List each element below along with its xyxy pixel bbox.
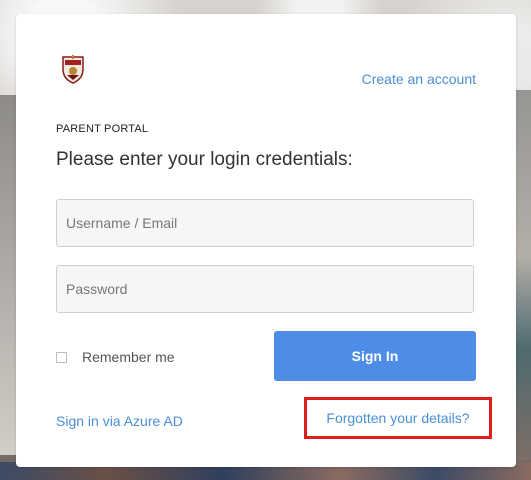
checkbox-unchecked-icon[interactable]	[56, 351, 67, 363]
remember-me-label: Remember me	[82, 349, 175, 365]
forgot-details-link[interactable]: Forgotten your details?	[326, 410, 469, 426]
sign-in-button[interactable]: Sign In	[274, 331, 476, 381]
remember-me-option[interactable]: Remember me	[56, 349, 175, 365]
create-account-link[interactable]: Create an account	[362, 71, 476, 87]
school-crest-logo	[61, 54, 85, 84]
login-card: Create an account PARENT PORTAL Please e…	[16, 14, 516, 467]
password-input[interactable]	[56, 265, 474, 313]
portal-label: PARENT PORTAL	[56, 123, 149, 135]
login-prompt: Please enter your login credentials:	[56, 149, 353, 170]
forgot-details-highlight: Forgotten your details?	[304, 397, 492, 439]
azure-ad-sign-in-link[interactable]: Sign in via Azure AD	[56, 413, 183, 429]
username-input[interactable]	[56, 199, 474, 247]
